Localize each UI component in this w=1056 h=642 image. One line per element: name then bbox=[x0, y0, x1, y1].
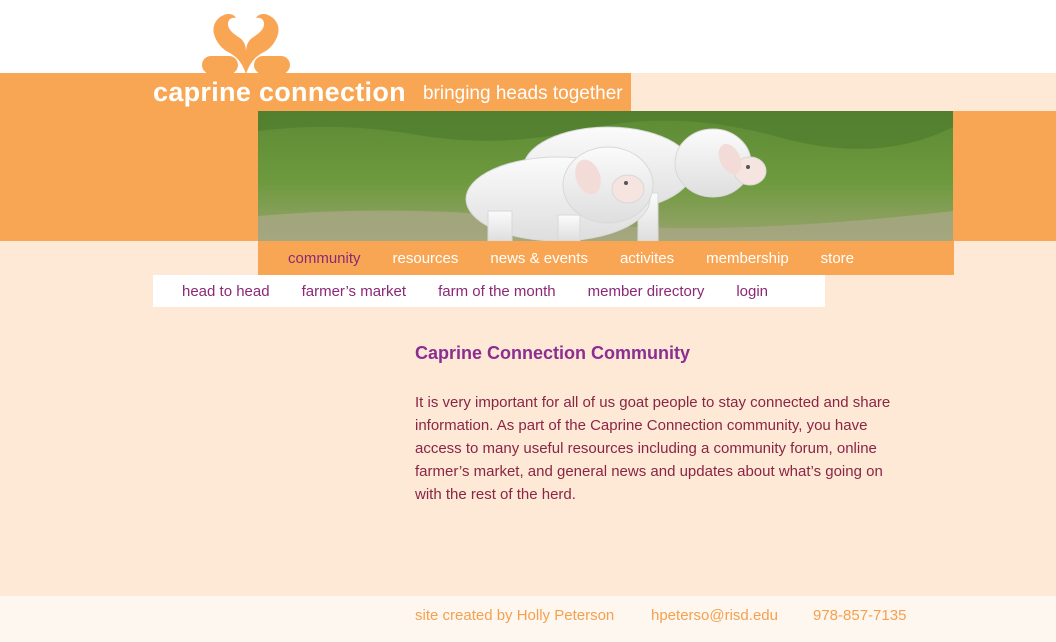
brand[interactable]: caprine connection bringing heads togeth… bbox=[153, 74, 623, 110]
nav-community[interactable]: community bbox=[277, 250, 372, 267]
site-tagline: bringing heads together bbox=[422, 83, 623, 104]
footer-phone: 978-857-7135 bbox=[813, 607, 907, 624]
subnav-login[interactable]: login bbox=[724, 283, 780, 300]
nav-activites[interactable]: activites bbox=[609, 250, 685, 267]
subnav-member-directory[interactable]: member directory bbox=[576, 283, 717, 300]
sub-nav: head to head farmer’s market farm of the… bbox=[153, 275, 825, 307]
subnav-farmers-market[interactable]: farmer’s market bbox=[290, 283, 418, 300]
main-nav: community resources news & events activi… bbox=[258, 241, 954, 275]
nav-membership[interactable]: membership bbox=[695, 250, 800, 267]
page-title: Caprine Connection Community bbox=[415, 343, 691, 363]
nav-news-events[interactable]: news & events bbox=[479, 250, 599, 267]
subnav-farm-of-the-month[interactable]: farm of the month bbox=[426, 283, 568, 300]
site-title: caprine connection bbox=[153, 76, 406, 107]
header-top bbox=[0, 0, 1056, 73]
nav-store[interactable]: store bbox=[810, 250, 865, 267]
subnav-head-to-head[interactable]: head to head bbox=[170, 283, 282, 300]
header-accent-panel bbox=[631, 73, 1056, 111]
goats-logo-icon bbox=[202, 14, 290, 74]
footer: site created by Holly Peterson hpeterso@… bbox=[0, 596, 1056, 642]
nav-resources[interactable]: resources bbox=[382, 250, 470, 267]
intro-paragraph: It is very important for all of us goat … bbox=[415, 394, 891, 503]
hero-goats-image bbox=[258, 111, 953, 241]
footer-credit: site created by Holly Peterson bbox=[415, 607, 615, 624]
footer-email-link[interactable]: hpeterso@risd.edu bbox=[651, 596, 778, 636]
